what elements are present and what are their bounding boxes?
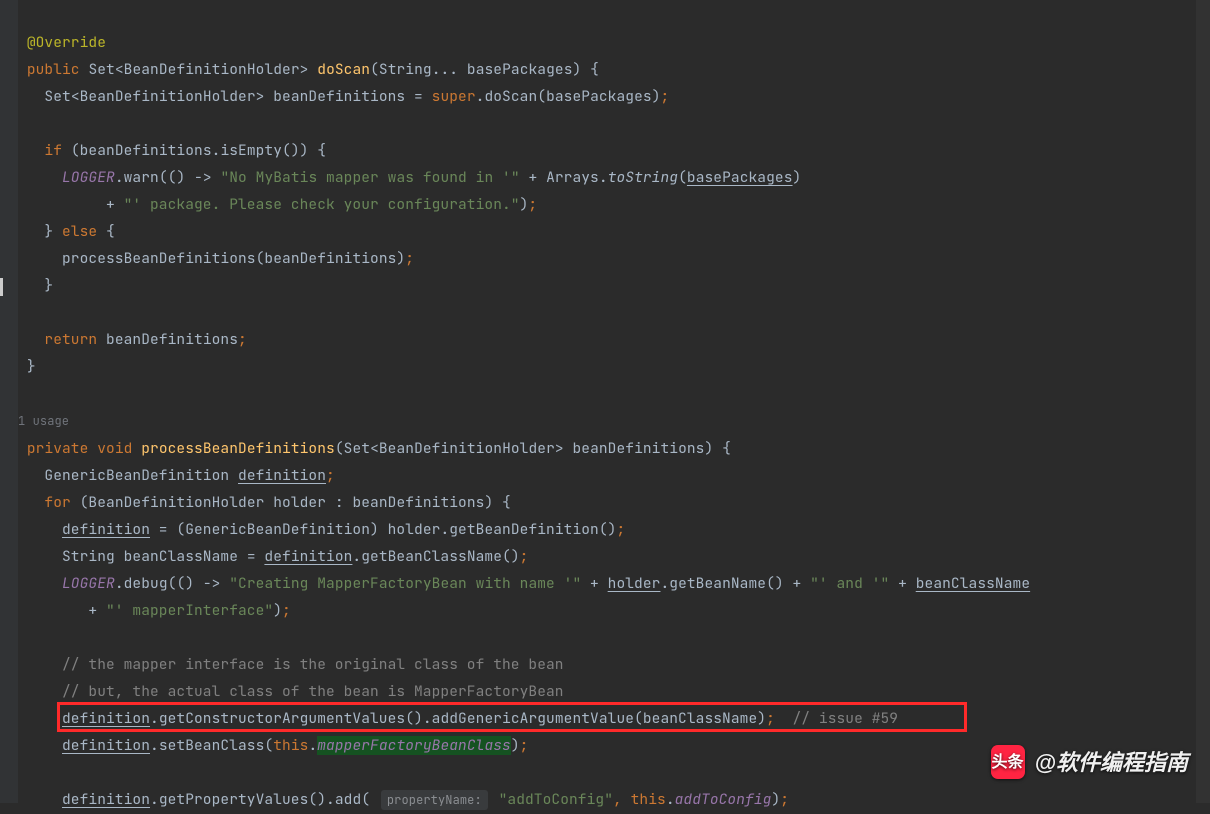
blank-line — [18, 628, 27, 647]
comment: // the mapper interface is the original … — [62, 655, 564, 674]
text-caret — [0, 278, 3, 296]
highlight-annotation-box — [57, 702, 967, 732]
watermark-text: @软件编程指南 — [1035, 749, 1188, 776]
code-line: + "' mapperInterface"); — [18, 601, 291, 620]
selected-field: mapperFactoryBeanClass — [317, 736, 511, 755]
code-line: for (BeanDefinitionHolder holder : beanD… — [18, 493, 511, 512]
editor-gutter — [0, 0, 18, 803]
string-literal: "No MyBatis mapper was found in '" — [220, 168, 519, 187]
code-line: definition.getPropertyValues().add( prop… — [18, 790, 789, 809]
blank-line — [18, 384, 27, 403]
code-line: if (beanDefinitions.isEmpty()) { — [18, 141, 326, 160]
code-line: definition.setBeanClass(this.mapperFacto… — [18, 736, 528, 755]
code-line: Set<BeanDefinitionHolder> beanDefinition… — [18, 87, 669, 106]
code-line: } — [18, 357, 36, 376]
method-name: doScan — [317, 60, 370, 79]
code-line: GenericBeanDefinition definition; — [18, 466, 335, 485]
code-line: processBeanDefinitions(beanDefinitions); — [18, 249, 414, 268]
watermark: 头条 @软件编程指南 — [991, 745, 1188, 779]
code-line: // but, the actual class of the bean is … — [18, 682, 564, 701]
string-literal: "' package. Please check your configurat… — [124, 195, 520, 214]
code-line: + "' package. Please check your configur… — [18, 195, 537, 214]
comment: // but, the actual class of the bean is … — [62, 682, 564, 701]
blank-line — [18, 114, 27, 133]
logger-ref: LOGGER — [62, 168, 115, 187]
code-line: @Override — [18, 33, 106, 52]
code-line: return beanDefinitions; — [18, 330, 247, 349]
code-line: } else { — [18, 222, 115, 241]
code-line: public Set<BeanDefinitionHolder> doScan(… — [18, 60, 599, 79]
code-line: private void processBeanDefinitions(Set<… — [18, 439, 731, 458]
method-name: processBeanDefinitions — [141, 439, 335, 458]
watermark-logo-icon: 头条 — [991, 745, 1025, 779]
scrollbar-vertical[interactable] — [1196, 0, 1210, 803]
code-line: } — [18, 276, 53, 295]
code-line: LOGGER.debug(() -> "Creating MapperFacto… — [18, 574, 1030, 593]
param-ref: basePackages — [687, 168, 793, 187]
code-line: // the mapper interface is the original … — [18, 655, 564, 674]
code-line: String beanClassName = definition.getBea… — [18, 547, 528, 566]
usage-hint[interactable]: 1 usage — [18, 413, 69, 429]
blank-line — [18, 303, 27, 322]
var-ref: definition — [238, 466, 326, 485]
blank-line — [18, 763, 27, 782]
parameter-hint-inlay: propertyName: — [381, 790, 488, 810]
java-annotation: @Override — [27, 33, 106, 52]
code-line: LOGGER.warn(() -> "No MyBatis mapper was… — [18, 168, 801, 187]
code-editor[interactable]: @Override public Set<BeanDefinitionHolde… — [18, 2, 1030, 814]
code-line: definition = (GenericBeanDefinition) hol… — [18, 520, 625, 539]
